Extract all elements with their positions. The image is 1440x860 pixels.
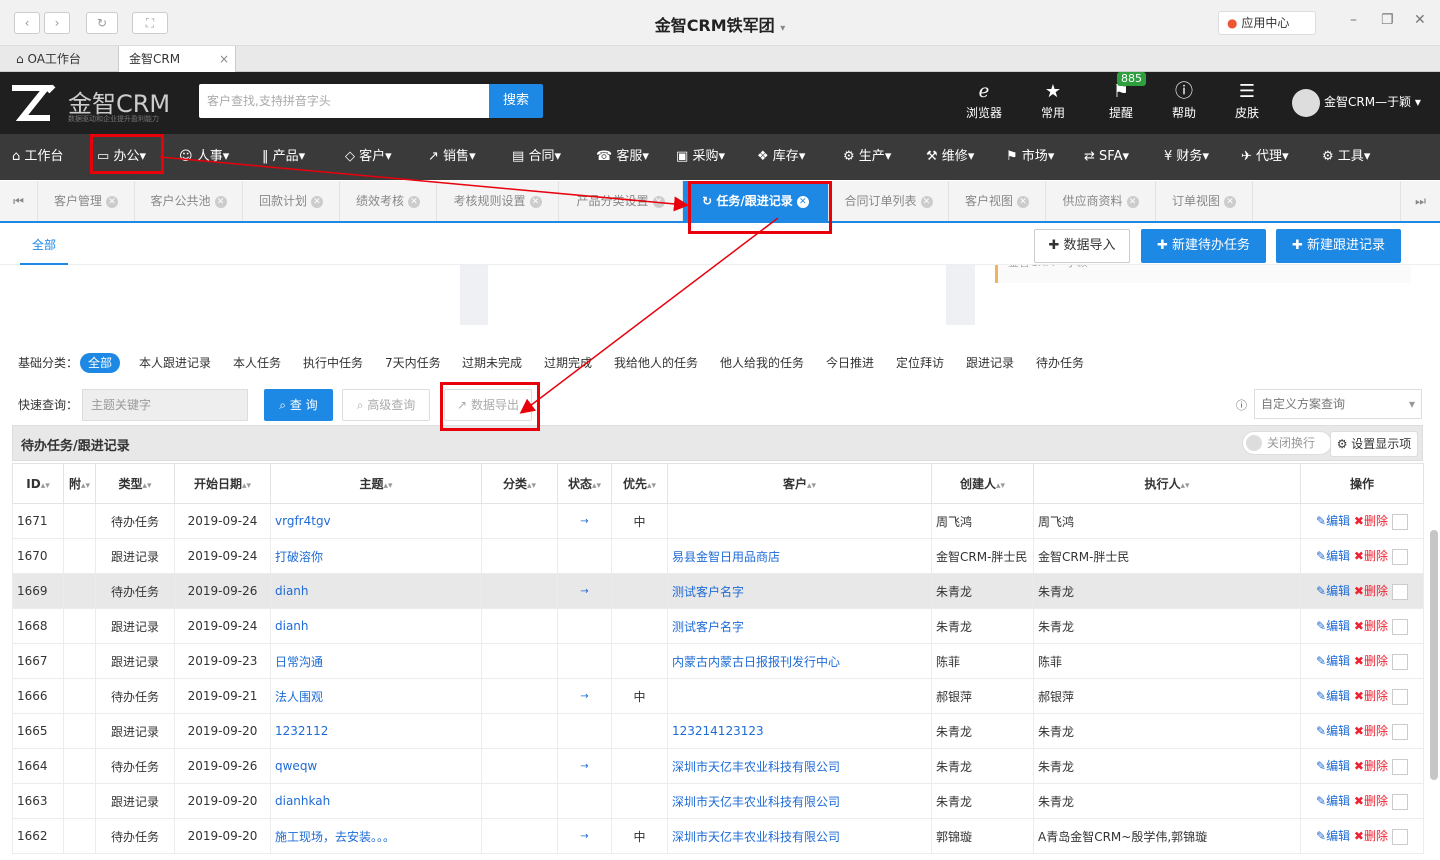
annotation-arrows [159, 156, 779, 414]
